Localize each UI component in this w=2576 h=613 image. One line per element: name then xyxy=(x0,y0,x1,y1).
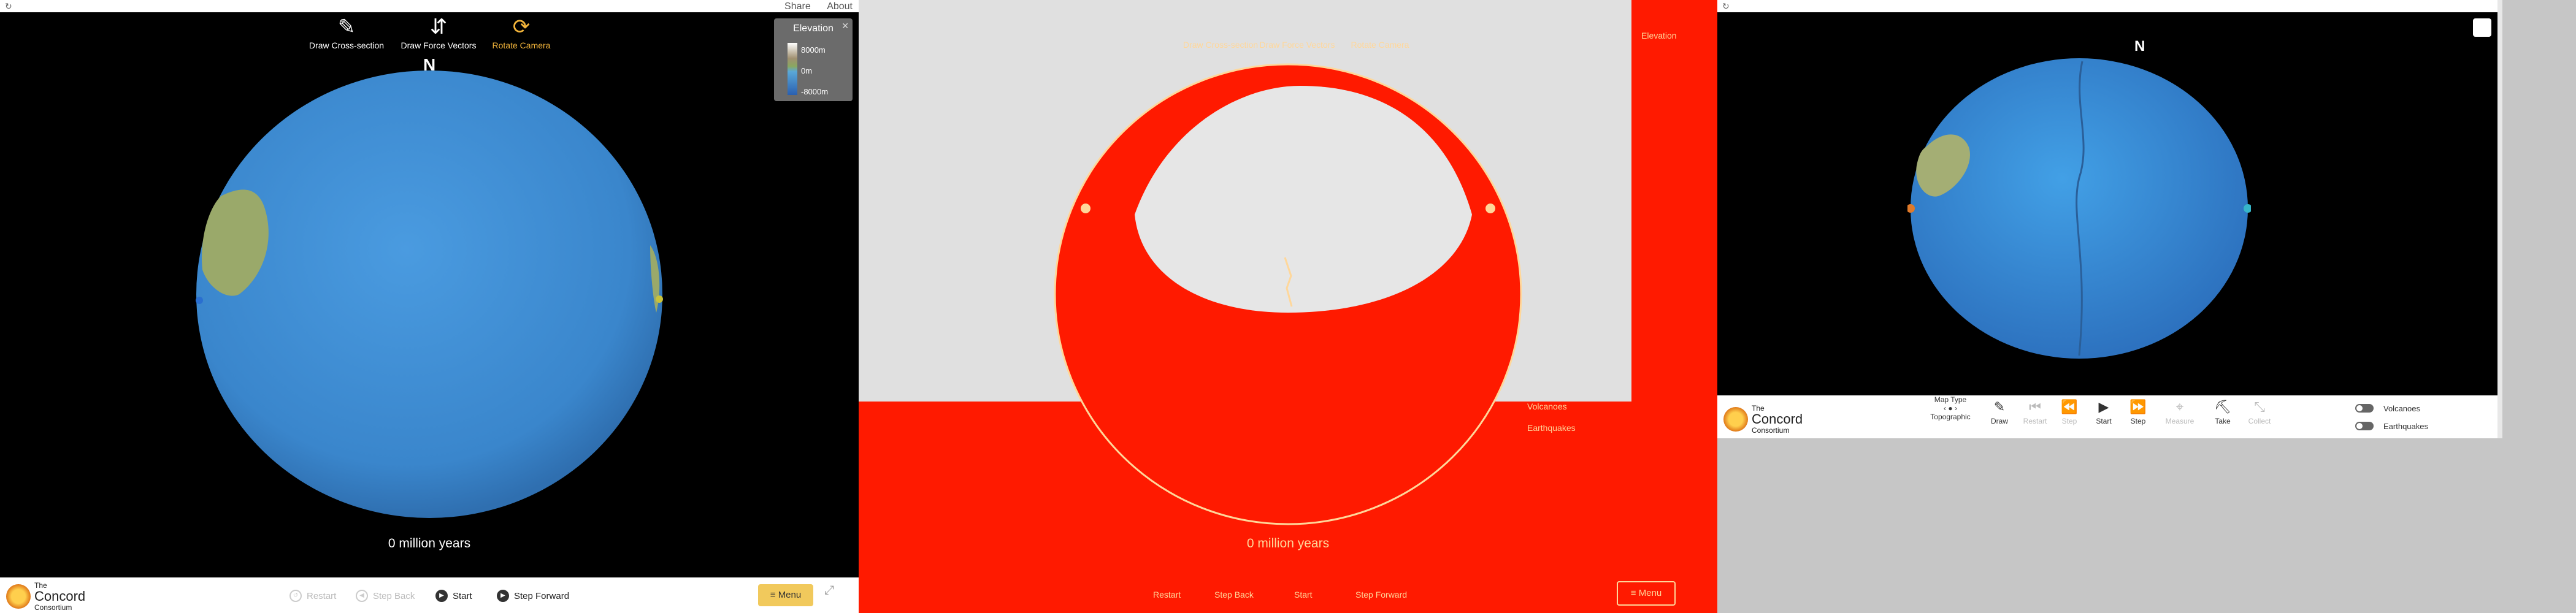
start-tool-button[interactable]: ▶ Start xyxy=(2089,397,2118,425)
time-label: 0 million years xyxy=(388,536,471,550)
reload-icon[interactable]: ↻ xyxy=(1722,1,1730,12)
volcanoes-label-2: Volcanoes xyxy=(1527,402,1567,411)
elevation-color-bar xyxy=(788,43,797,95)
about-link[interactable]: About xyxy=(827,1,853,12)
fullscreen-icon[interactable]: ⤢ xyxy=(824,584,834,598)
collect-button[interactable]: ⤡ Collect xyxy=(2245,397,2274,425)
draw-force-vectors-label: Draw Force Vectors xyxy=(401,40,477,50)
concord-logo: The Concord Consortium xyxy=(6,580,85,613)
draw-cross-section-label: Draw Cross-section xyxy=(309,40,385,50)
play-icon: ▶ xyxy=(2098,399,2109,414)
bottom-bar: The Concord Consortium ↺ Restart ◀ Step Ba… xyxy=(0,577,859,613)
legend-min: -8000m xyxy=(801,87,829,96)
sun-logo-icon xyxy=(6,584,31,609)
reload-icon[interactable]: ↻ xyxy=(5,1,12,12)
volcanoes-label: Volcanoes xyxy=(2383,404,2420,413)
draw-cross-section-label-2[interactable]: Draw Cross-section xyxy=(1178,40,1263,50)
step-back-tool-button[interactable]: ⏪ Step xyxy=(2055,397,2084,425)
draw-force-vectors-button[interactable]: ⇵ Draw Force Vectors xyxy=(396,13,481,50)
top-bar: ↻ Share About xyxy=(0,0,859,12)
step-back-icon: ◀ xyxy=(356,590,368,602)
start-button[interactable]: ▶ Start xyxy=(435,590,472,602)
menu-button[interactable]: ≡ Menu xyxy=(758,584,813,606)
scrollbar[interactable] xyxy=(2497,0,2502,438)
start-label-2[interactable]: Start xyxy=(1294,590,1313,600)
pencil-icon: ✎ xyxy=(1993,399,2006,414)
globe-icon: ● xyxy=(1948,404,1953,413)
rotate-camera-button[interactable]: ⟳ Rotate Camera xyxy=(485,13,558,50)
concord-logo-3: The Concord Consortium xyxy=(1723,403,1803,436)
simulation-panel-left: ↻ Share About ✎ Draw Cross-section ⇵ Dra… xyxy=(0,0,859,613)
logo-text-line1: Concord xyxy=(34,588,86,604)
step-forward-button[interactable]: ▶ Step Forward xyxy=(497,590,569,602)
force-vectors-icon: ⇵ xyxy=(429,15,448,39)
plate-handle-left xyxy=(196,297,203,304)
legend-zero: 0m xyxy=(801,66,813,75)
step-back-label-2[interactable]: Step Back xyxy=(1214,590,1254,600)
take-sample-button[interactable]: ⛏ Take xyxy=(2208,397,2237,425)
top-links: Share About xyxy=(771,1,853,12)
chevron-left-icon[interactable]: ‹ xyxy=(1944,404,1946,413)
rotate-3d-icon: ⟳ xyxy=(512,15,531,39)
chevron-right-icon[interactable]: › xyxy=(1955,404,1957,413)
pencil-icon: ✎ xyxy=(337,15,356,39)
volcanoes-toggle[interactable] xyxy=(2355,404,2374,413)
top-bar-3: ↻ xyxy=(1717,0,2502,12)
draw-force-vectors-label-2[interactable]: Draw Force Vectors xyxy=(1254,40,1340,50)
ocean-sphere xyxy=(196,70,662,518)
step-forward-icon: ⏩ xyxy=(2129,399,2147,414)
time-label-2: 0 million years xyxy=(1246,536,1330,550)
legend-max: 8000m xyxy=(801,45,826,55)
elevation-sidebar-2: Elevation xyxy=(1633,12,1706,104)
pickaxe-icon: ⛏ xyxy=(2214,399,2231,414)
draw-tool-button[interactable]: ✎ Draw xyxy=(1985,397,2014,425)
restart-tool-button[interactable]: ⏮ Restart xyxy=(2020,397,2050,425)
rotate-camera-label-2[interactable]: Rotate Camera xyxy=(1343,40,1417,50)
earthquakes-label: Earthquakes xyxy=(2383,422,2428,431)
earthquakes-toggle[interactable] xyxy=(2355,422,2374,430)
globe-3[interactable] xyxy=(1907,55,2251,362)
rotate-camera-label: Rotate Camera xyxy=(492,40,551,50)
step-forward-label-2[interactable]: Step Forward xyxy=(1355,590,1407,600)
restart-label-2[interactable]: Restart xyxy=(1153,590,1181,600)
map-type-selector[interactable]: Map Type ‹ ● › Topographic xyxy=(1920,395,1981,432)
elevation-legend: ✕ Elevation 8000m 0m -8000m xyxy=(774,18,853,101)
plate-handle-right xyxy=(656,295,663,303)
share-link[interactable]: Share xyxy=(784,1,811,12)
draw-cross-section-button[interactable]: ✎ Draw Cross-section xyxy=(304,13,389,50)
compass-north-3: N xyxy=(2134,38,2145,55)
measure-icon: ⌖ xyxy=(2175,399,2184,414)
legend-title: Elevation xyxy=(793,23,834,34)
earthquakes-label-2: Earthquakes xyxy=(1527,423,1576,433)
restart-button[interactable]: ↺ Restart xyxy=(289,590,336,602)
globe-edges xyxy=(1054,63,1522,525)
restart-icon: ↺ xyxy=(289,590,302,602)
step-forward-icon: ▶ xyxy=(497,590,509,602)
ocean-sphere-3 xyxy=(1911,58,2248,359)
simulation-panel-right: ↻ N The Concord Consortium Map Type ‹ ● xyxy=(1717,0,2502,438)
step-forward-tool-button[interactable]: ⏩ Step xyxy=(2123,397,2153,425)
step-back-button[interactable]: ◀ Step Back xyxy=(356,590,415,602)
step-back-icon: ⏪ xyxy=(2061,399,2078,414)
legend-title-2: Elevation xyxy=(1641,31,1677,40)
globe[interactable] xyxy=(184,67,675,521)
simulation-panel-middle: Draw Cross-section Draw Force Vectors Ro… xyxy=(859,0,1717,613)
sun-logo-icon xyxy=(1723,407,1748,432)
play-icon: ▶ xyxy=(435,590,448,602)
measure-tool-button[interactable]: ⌖ Measure xyxy=(2165,397,2195,425)
restart-icon: ⏮ xyxy=(2029,399,2041,414)
menu-button-2[interactable]: ≡ Menu xyxy=(1617,581,1676,606)
elevation-toggle-button[interactable] xyxy=(2473,18,2491,37)
collect-icon: ⤡ xyxy=(2254,399,2265,414)
